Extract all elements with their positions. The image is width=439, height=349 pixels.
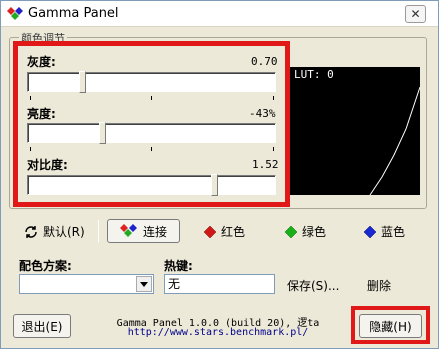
refresh-icon (25, 225, 37, 238)
toolbar-separator (98, 220, 99, 242)
close-icon: ✕ (410, 7, 421, 21)
level-value: -43% (249, 107, 276, 120)
lut-label: LUT: 0 (294, 68, 334, 81)
gamma-panel-window: Gamma Panel ✕ 颜色调节 灰度: 0.70 亮度: -43% 对比度… (0, 0, 439, 349)
link-button-label: 连接 (142, 224, 167, 239)
contrast-label: 对比度: (27, 158, 68, 172)
brightness-slider[interactable] (27, 72, 276, 92)
homepage-link[interactable]: http://www.stars.benchmark.pl/ (93, 327, 343, 338)
gamma-icon (7, 7, 23, 20)
save-button[interactable]: 保存(S)... (287, 277, 339, 294)
hotkey-input-value: 无 (168, 277, 181, 291)
level-tick (273, 147, 274, 151)
scheme-label: 配色方案: (19, 259, 72, 273)
red-button[interactable]: 红色 (204, 223, 245, 240)
blue-diamond-icon (364, 225, 376, 238)
close-button[interactable]: ✕ (405, 5, 426, 23)
brightness-slider-thumb[interactable] (79, 71, 86, 93)
blue-button-label: 蓝色 (381, 225, 406, 239)
lut-graph (290, 67, 421, 196)
level-tick (30, 147, 31, 151)
link-button[interactable]: 连接 (107, 219, 180, 243)
brightness-tick (273, 96, 274, 100)
level-label: 亮度: (27, 107, 56, 121)
red-diamond-icon (204, 225, 216, 238)
chevron-down-icon (140, 281, 148, 287)
level-slider[interactable] (27, 123, 276, 143)
green-diamond-icon (285, 225, 297, 238)
brightness-value: 0.70 (251, 55, 278, 68)
default-button-label: 默认(R) (43, 225, 85, 239)
lut-curve (369, 86, 421, 196)
window-title: Gamma Panel (28, 6, 119, 21)
contrast-slider-thumb[interactable] (211, 174, 218, 196)
red-button-label: 红色 (221, 225, 246, 239)
scheme-dropdown-button[interactable] (136, 276, 152, 292)
level-slider-thumb[interactable] (99, 122, 106, 144)
scheme-select[interactable] (19, 274, 154, 294)
level-tick (151, 147, 152, 151)
contrast-value: 1.52 (252, 158, 279, 171)
blue-button[interactable]: 蓝色 (364, 223, 405, 240)
default-button[interactable]: 默认(R) (23, 223, 85, 240)
exit-button[interactable]: 退出(E) (13, 314, 71, 338)
brightness-label: 灰度: (27, 55, 56, 69)
hotkey-label: 热键: (164, 259, 193, 273)
rgb-diamonds-icon (119, 224, 137, 237)
green-button-label: 绿色 (302, 225, 327, 239)
green-button[interactable]: 绿色 (285, 223, 326, 240)
exit-button-label: 退出(E) (21, 319, 63, 334)
hotkey-input[interactable]: 无 (164, 274, 275, 294)
brightness-tick (151, 96, 152, 100)
contrast-slider[interactable] (27, 175, 276, 195)
highlight-box-hide (351, 306, 430, 344)
title-bar[interactable]: Gamma Panel ✕ (1, 1, 438, 27)
delete-button[interactable]: 删除 (367, 277, 391, 294)
brightness-tick (30, 96, 31, 100)
